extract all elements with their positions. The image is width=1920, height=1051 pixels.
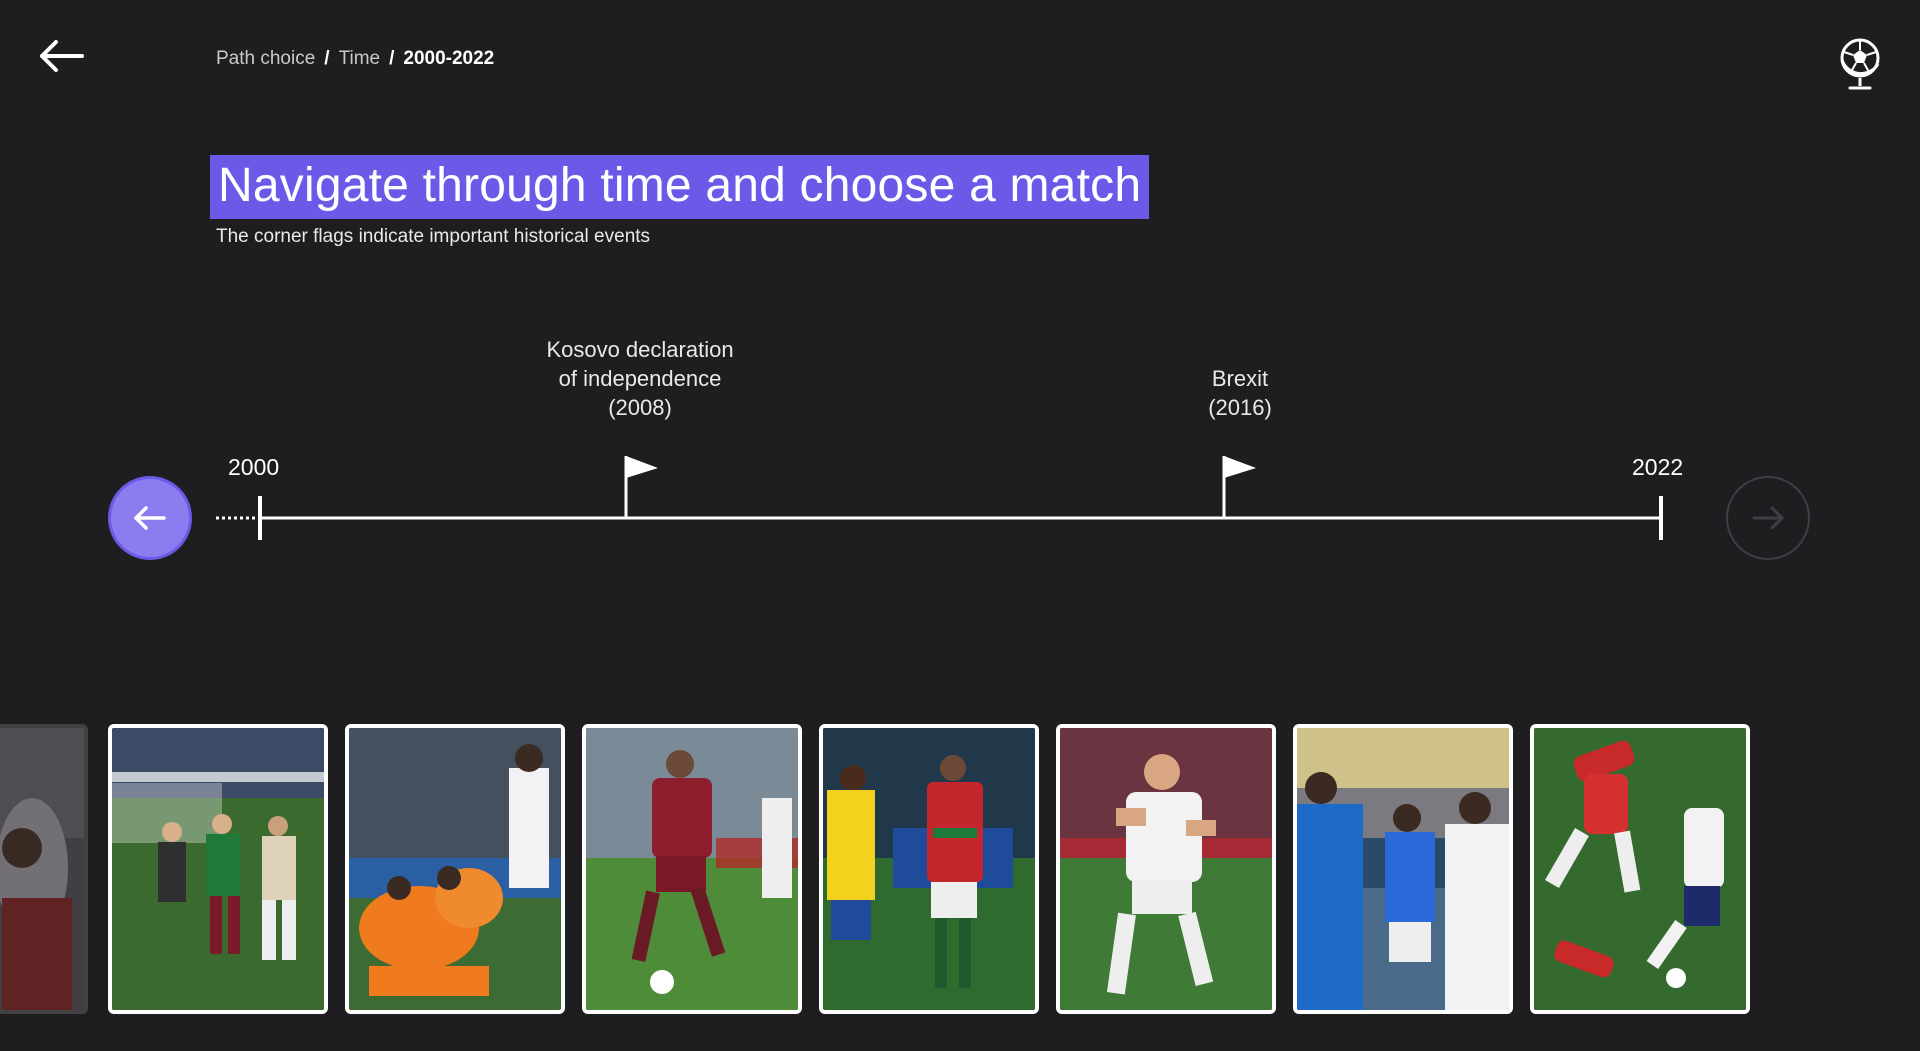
timeline [216,456,1663,540]
corner-flag-icon[interactable] [624,456,658,518]
match-card[interactable] [819,724,1039,1014]
match-photo [823,728,1035,1010]
match-photo [1060,728,1272,1010]
match-card[interactable] [1293,724,1513,1014]
football-globe-icon [1840,38,1880,90]
match-card[interactable] [345,724,565,1014]
match-photo [112,728,324,1010]
page-title: Navigate through time and choose a match [218,159,1142,212]
match-card[interactable] [1530,724,1750,1014]
event-label-line: of independence [558,366,722,391]
match-photo [1297,728,1509,1010]
match-photo [0,728,84,1010]
event-label-line: (2016) [1208,395,1272,420]
match-card[interactable] [108,724,328,1014]
event-label-line: Kosovo declaration [546,337,734,362]
event-label-line: (2008) [608,395,672,420]
match-card[interactable] [582,724,802,1014]
page-subtitle: The corner flags indicate important hist… [216,226,651,247]
event-label-brexit: Brexit (2016) [1170,364,1310,422]
corner-flag-icon[interactable] [1222,456,1256,518]
match-photo [1534,728,1746,1010]
breadcrumb: Path choice / Time / 2000-2022 [216,48,494,70]
breadcrumb-current: 2000-2022 [403,48,495,69]
breadcrumb-time[interactable]: Time [339,48,381,69]
breadcrumb-separator: / [324,48,330,69]
event-label-line: Brexit [1211,366,1269,391]
title-highlight: Navigate through time and choose a match [210,155,1150,219]
arrow-left-icon [40,40,84,72]
match-card[interactable] [1056,724,1276,1014]
event-label-kosovo: Kosovo declaration of independence (2008… [520,335,760,422]
back-button[interactable] [36,34,88,78]
match-photo [586,728,798,1010]
globe-button[interactable] [1836,34,1886,94]
match-carousel [0,724,1920,1014]
match-photo [349,728,561,1010]
breadcrumb-path-choice[interactable]: Path choice [216,48,315,69]
match-card[interactable] [0,724,88,1014]
breadcrumb-separator: / [389,48,395,69]
